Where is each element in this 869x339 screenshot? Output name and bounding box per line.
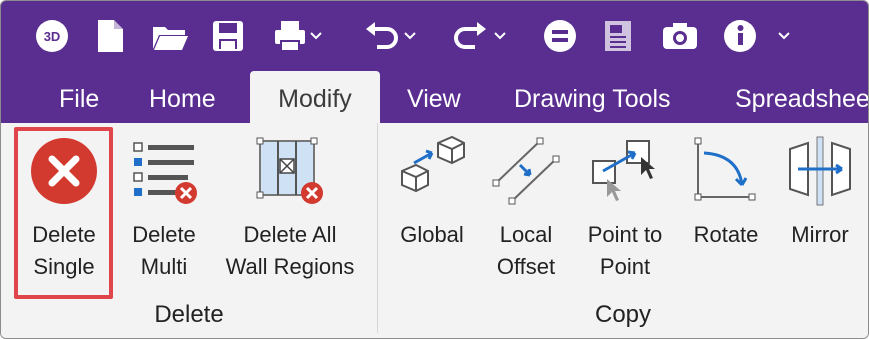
delete-all-wall-regions-button[interactable]: Delete All Wall Regions	[217, 123, 363, 293]
camera-icon[interactable]	[661, 19, 699, 53]
delete-group-label: Delete	[154, 301, 224, 328]
app-window: 3D File Home Modify View Drawing Tools S…	[0, 0, 869, 339]
local-label-1: Local	[499, 222, 553, 247]
ribbon-panel: Delete Single Delete Multi Delete All Wa…	[1, 123, 868, 338]
delete-multi-label-2: Multi	[140, 254, 188, 279]
delete-all-label-2: Wall Regions	[225, 254, 355, 279]
delete-multi-icon	[133, 142, 197, 204]
rotate-label: Rotate	[693, 222, 759, 247]
selection-highlight	[14, 127, 113, 299]
info-icon[interactable]	[723, 19, 793, 53]
mirror-label: Mirror	[791, 222, 849, 247]
copy-local-offset-button[interactable]: Local Offset	[485, 123, 567, 293]
copy-point-to-point-button[interactable]: Point to Point	[575, 123, 675, 293]
tab-file[interactable]: File	[59, 71, 99, 123]
quick-access-toolbar: 3D	[1, 1, 868, 71]
mirror-icon	[789, 136, 851, 206]
local-label-2: Offset	[496, 254, 556, 279]
tab-drawing-tools[interactable]: Drawing Tools	[514, 71, 671, 123]
delete-multi-button[interactable]: Delete Multi	[119, 123, 209, 293]
redo-icon[interactable]	[453, 19, 509, 53]
delete-multi-label-1: Delete	[132, 222, 196, 247]
global-copy-icon	[401, 135, 465, 193]
tab-spreadsheet[interactable]: Spreadsheet	[735, 71, 868, 123]
local-offset-icon	[492, 137, 560, 205]
wall-regions-icon	[256, 137, 323, 204]
save-icon[interactable]	[211, 19, 245, 53]
ribbon-tabs: File Home Modify View Drawing Tools Spre…	[1, 71, 868, 123]
copy-rotate-button[interactable]: Rotate	[685, 123, 767, 293]
svg-text:3D: 3D	[44, 29, 61, 44]
copy-mirror-button[interactable]: Mirror	[777, 123, 863, 293]
rotate-icon	[694, 137, 756, 201]
3d-icon[interactable]: 3D	[35, 19, 69, 53]
print-icon[interactable]	[273, 19, 325, 53]
point-to-point-icon	[592, 140, 655, 201]
new-file-icon[interactable]	[95, 19, 125, 53]
copy-global-button[interactable]: Global	[389, 123, 475, 293]
open-folder-icon[interactable]	[151, 19, 189, 53]
point-to-label-2: Point	[599, 254, 651, 279]
tab-home[interactable]: Home	[149, 71, 216, 123]
undo-icon[interactable]	[363, 19, 419, 53]
copy-group-label: Copy	[594, 301, 652, 328]
point-to-label-1: Point to	[587, 222, 663, 247]
tab-modify[interactable]: Modify	[250, 71, 380, 123]
tab-view[interactable]: View	[407, 71, 461, 123]
equals-icon[interactable]	[543, 19, 577, 53]
global-label: Global	[400, 222, 464, 247]
delete-all-label-1: Delete All	[243, 222, 337, 247]
report-icon[interactable]	[603, 19, 633, 53]
